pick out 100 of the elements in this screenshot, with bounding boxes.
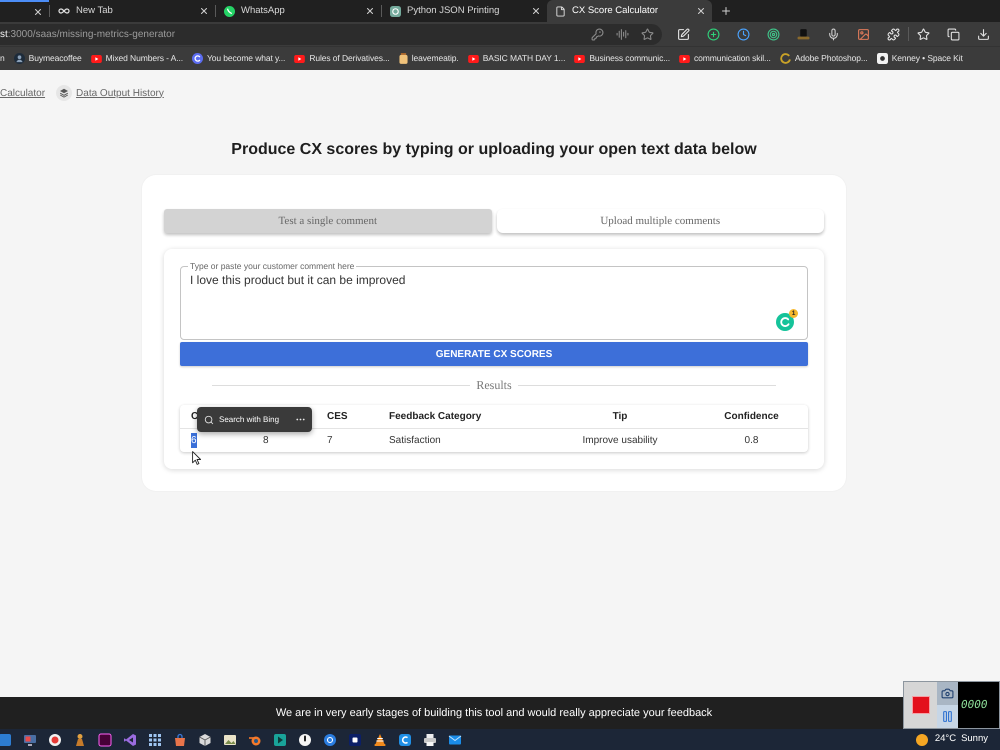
camera-icon (941, 687, 954, 700)
play-tile-icon[interactable] (273, 732, 287, 746)
document-icon (555, 6, 566, 16)
hat-icon[interactable] (797, 28, 810, 40)
page-heading: Produce CX scores by typing or uploading your open text data below (230, 141, 758, 159)
image-icon[interactable] (857, 28, 870, 40)
browser-tab[interactable]: WhatsApp (216, 0, 381, 22)
close-icon[interactable] (199, 6, 209, 16)
printer-icon[interactable] (423, 732, 437, 746)
cone-icon[interactable] (373, 732, 387, 746)
bookmark[interactable]: You become what y... (192, 52, 286, 65)
sun-icon (916, 734, 928, 746)
url-text: st:3000/saas/missing-metrics-generator (0, 28, 176, 42)
close-icon[interactable] (696, 6, 706, 16)
app-tile-icon[interactable] (348, 732, 362, 746)
table-cell-text: Satisfaction (389, 434, 441, 448)
pen-icon[interactable] (677, 28, 690, 40)
audio-icon[interactable] (616, 28, 629, 40)
web-search-action[interactable]: Search with Bing (204, 414, 280, 426)
browser-tab[interactable]: Python JSON Printing (382, 0, 547, 22)
close-icon[interactable] (33, 7, 43, 17)
mode-tab[interactable]: Upload multiple comments (496, 209, 824, 233)
close-icon[interactable] (531, 6, 541, 16)
camera-button[interactable] (937, 682, 958, 705)
ribbon-logo-icon[interactable] (123, 732, 137, 746)
results-label: Results (476, 377, 512, 394)
new-tab-icon[interactable] (720, 5, 732, 17)
target-icon[interactable] (767, 28, 780, 40)
column-header: Tip (612, 410, 628, 424)
ring-tile-icon (390, 6, 401, 16)
mode-tab[interactable]: Test a single comment (164, 209, 492, 233)
play-icon (574, 54, 586, 62)
bag-icon[interactable] (173, 732, 187, 746)
nav-link[interactable]: Data Output History (76, 86, 164, 100)
tile-logo-icon (876, 53, 888, 64)
field-label: Type or paste your customer comment here (188, 261, 356, 271)
browser-tab[interactable]: CX Score Calculator (547, 0, 712, 22)
bookmark[interactable]: Adobe Photoshop... (780, 52, 868, 65)
table-cell-text: Improve usability (582, 434, 658, 448)
bookmark[interactable]: Business communic... (574, 52, 670, 65)
circle-icon[interactable] (298, 732, 312, 746)
address-bar[interactable]: st:3000/saas/missing-metrics-generator (0, 24, 662, 44)
puzzle-icon[interactable] (887, 28, 900, 40)
column-header: Feedback Category (389, 410, 482, 424)
bookmark[interactable]: BASIC MATH DAY 1... (468, 52, 566, 65)
stop-button[interactable] (904, 682, 937, 728)
monitor-icon[interactable] (23, 732, 37, 746)
clock-icon[interactable] (737, 28, 750, 40)
circle-icon[interactable] (323, 732, 337, 746)
table-cell-text: 0.8 (744, 434, 758, 448)
play-icon (90, 54, 102, 62)
plus-circle-icon[interactable] (707, 28, 720, 40)
download-icon[interactable] (977, 28, 990, 40)
bookmark[interactable]: n (0, 52, 5, 65)
nav-link[interactable]: Calculator (0, 86, 46, 100)
play-icon (468, 54, 479, 62)
generate-button[interactable]: GENERATE CX SCORES (180, 342, 808, 366)
phone-circle-icon (224, 6, 235, 16)
bookmark[interactable]: communication skil... (679, 52, 771, 65)
mail-icon[interactable] (448, 732, 462, 746)
bookmark[interactable]: Kenney • Space Kit (876, 52, 963, 65)
bookmark[interactable]: Mixed Numbers - A... (90, 52, 183, 65)
key-icon[interactable] (591, 28, 604, 40)
table-cell-text: 8 (263, 434, 269, 448)
weather-condition: Sunny (961, 732, 988, 746)
bookmark[interactable]: leavemeatip. (398, 52, 459, 65)
layers-icon (56, 85, 72, 101)
close-icon[interactable] (365, 6, 375, 16)
table-cell-text: 7 (327, 434, 333, 448)
stop-icon (912, 696, 930, 714)
circle-logo-icon (192, 53, 203, 64)
cube-icon[interactable] (198, 732, 212, 746)
figure-icon[interactable] (73, 732, 87, 746)
picture-icon[interactable] (223, 732, 237, 746)
comment-text: I love this product but it can be improved (190, 273, 406, 288)
timer-display: 0000 (961, 696, 988, 713)
record-icon[interactable] (48, 732, 62, 746)
pause-icon (941, 710, 954, 723)
mic-icon[interactable] (827, 28, 840, 40)
grid-icon[interactable] (148, 732, 162, 746)
banner-text: We are in very early stages of building this tool and would really appreciate your feedback (276, 706, 712, 721)
app-tile-icon[interactable] (0, 732, 12, 746)
bookmark[interactable]: Buymeacoffee (14, 52, 82, 65)
bookmark[interactable]: Rules of Derivatives... (294, 52, 390, 65)
search-icon (204, 414, 214, 424)
column-header: CES (327, 410, 348, 424)
table-cell: 6 (191, 433, 197, 448)
app-tile-icon[interactable] (98, 732, 112, 746)
copy-icon[interactable] (947, 28, 960, 40)
circle-logo-icon[interactable] (398, 732, 412, 746)
browser-tab[interactable]: New Tab (50, 0, 215, 22)
ring-logo-icon (780, 53, 791, 64)
weather-temperature: 24°C (934, 732, 956, 746)
play-icon (294, 54, 306, 62)
star-icon[interactable] (641, 28, 654, 40)
pause-button[interactable] (937, 705, 958, 728)
avatar-icon (14, 53, 25, 64)
jar-icon (398, 53, 408, 64)
column-header: Confidence (724, 410, 779, 424)
play-icon (679, 54, 690, 62)
